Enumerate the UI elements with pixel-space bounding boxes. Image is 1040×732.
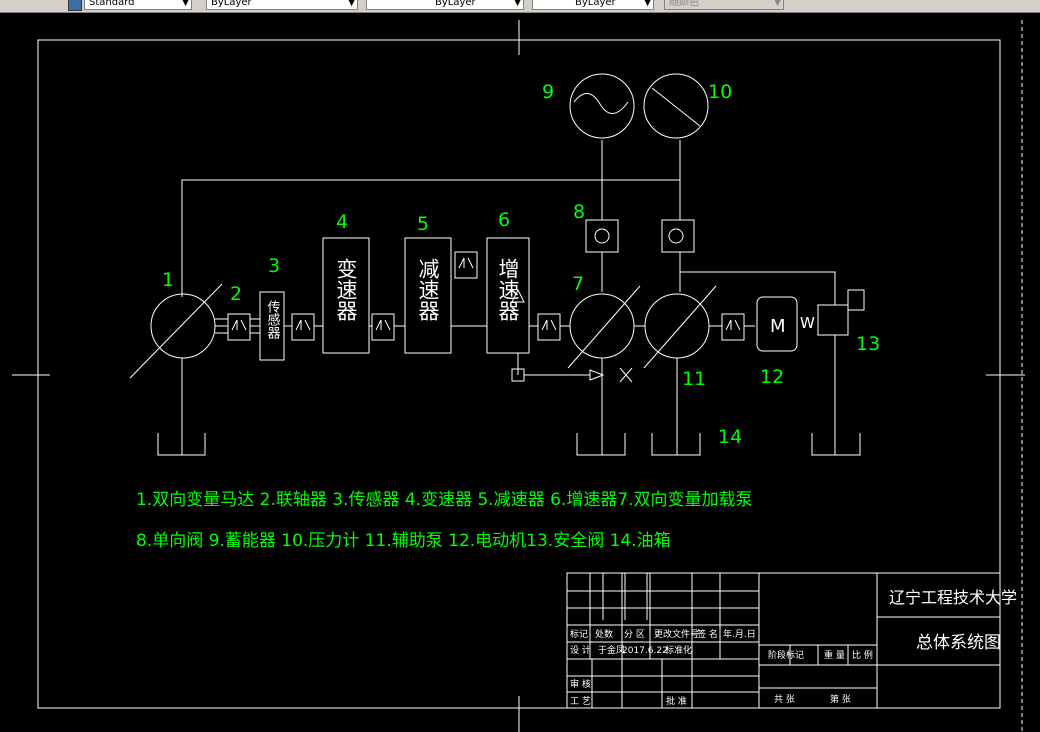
- tb-header-mark: 标记: [570, 628, 588, 640]
- label-6: 6: [498, 209, 510, 231]
- drawing-title: 总体系统图: [916, 633, 1001, 653]
- check-valve-2: [661, 219, 695, 253]
- coupling-b: [291, 313, 315, 341]
- control-cross: [619, 367, 633, 383]
- tb-weight: 重 量: [824, 649, 845, 661]
- check-valve-1-ball: [594, 228, 610, 244]
- coupling-c: [371, 313, 395, 341]
- label-9: 9: [542, 81, 554, 103]
- gearbox-label: 变速器: [334, 258, 358, 321]
- tb-header-docno: 更改文件号: [654, 628, 699, 640]
- layer-select[interactable]: ByLayer ▼: [206, 0, 358, 10]
- tb-header-date: 年.月.日: [723, 628, 756, 640]
- text-style-select[interactable]: Standard ▼: [84, 0, 192, 10]
- legend-line-2: 8.单向阀 9.蓄能器 10.压力计 11.辅助泵 12.电动机13.安全阀 1…: [136, 531, 671, 551]
- tb-design-date: 2017.6.22: [622, 646, 668, 656]
- chevron-down-icon: ▼: [774, 0, 781, 8]
- drawing-canvas[interactable]: 1 2 3 4 5 6 7 8 9 10 11 12 13 14 传感器 变速器…: [0, 12, 1040, 732]
- hydraulic-motor: [150, 293, 216, 359]
- plot-style-value: 随颜色: [669, 0, 699, 8]
- tb-approve: 批 准: [666, 695, 687, 707]
- chevron-down-icon: ▼: [514, 0, 521, 8]
- layer-value: ByLayer: [211, 0, 252, 8]
- coupling-f: [721, 313, 745, 341]
- label-3: 3: [268, 255, 280, 277]
- lineweight-value: ByLayer: [575, 0, 616, 8]
- label-5: 5: [417, 213, 429, 235]
- label-2: 2: [230, 283, 242, 305]
- pressure-gauge-needle: [651, 87, 701, 127]
- linetype-value: ByLayer: [435, 0, 476, 8]
- label-1: 1: [162, 269, 174, 291]
- motor-letter: M: [770, 316, 786, 337]
- tb-header-zone: 分 区: [624, 629, 645, 640]
- pressure-gauge-symbol: [643, 73, 709, 139]
- speed-up-label: 增速器: [496, 258, 520, 321]
- relief-valve: [817, 304, 849, 336]
- tb-stage: 阶段标记: [768, 649, 804, 661]
- tb-standard-label: 标准化: [665, 644, 692, 656]
- lineweight-select[interactable]: ByLayer ▼: [532, 0, 654, 10]
- label-13: 13: [856, 333, 880, 355]
- tb-sheets-total: 共 张: [774, 694, 795, 705]
- accumulator-wave: [573, 93, 629, 114]
- coupling-d: [454, 251, 478, 279]
- text-style-icon[interactable]: [68, 0, 82, 11]
- school-name: 辽宁工程技术大学: [889, 588, 1017, 607]
- tb-header-count: 处数: [595, 628, 613, 640]
- coupling-e: [537, 313, 561, 341]
- label-14: 14: [718, 426, 742, 448]
- tb-process: 工 艺: [570, 696, 591, 707]
- tb-designer: 于金凤: [598, 644, 625, 656]
- label-11: 11: [682, 368, 706, 390]
- auxiliary-pump: [644, 293, 710, 359]
- tb-header-sign: 签 名: [697, 628, 718, 640]
- spring-letter: W: [800, 314, 815, 332]
- chevron-down-icon: ▼: [644, 0, 651, 8]
- tank-3: [651, 433, 701, 456]
- coupling-a: [227, 313, 251, 341]
- tb-scale: 比 例: [852, 649, 873, 661]
- label-10: 10: [708, 81, 732, 103]
- check-valve-2-ball: [668, 228, 684, 244]
- plot-style-select: 随颜色 ▼: [664, 0, 784, 10]
- check-valve-1: [585, 219, 619, 253]
- tank-4: [811, 433, 861, 456]
- label-4: 4: [336, 211, 348, 233]
- label-12: 12: [760, 366, 784, 388]
- tb-design-label: 设 计: [570, 644, 591, 656]
- hydraulic-motor-variable-arrow: [129, 283, 223, 379]
- tb-sheet-no: 第 张: [830, 693, 851, 705]
- sensor-label: 传感器: [265, 300, 281, 340]
- linetype-select[interactable]: ByLayer ▼: [366, 0, 524, 10]
- chevron-down-icon: ▼: [182, 0, 189, 8]
- tank-2: [576, 433, 626, 456]
- reducer-label: 减速器: [416, 258, 440, 321]
- label-8: 8: [573, 201, 585, 223]
- control-arrow: [589, 369, 605, 381]
- label-7: 7: [572, 273, 584, 295]
- chevron-down-icon: ▼: [348, 0, 355, 8]
- legend-line-1: 1.双向变量马达 2.联轴器 3.传感器 4.变速器 5.减速器 6.增速器7.…: [136, 490, 753, 510]
- text-style-value: Standard: [89, 0, 135, 8]
- tb-review: 审 核: [570, 678, 591, 690]
- relief-valve-pilot: [847, 289, 865, 311]
